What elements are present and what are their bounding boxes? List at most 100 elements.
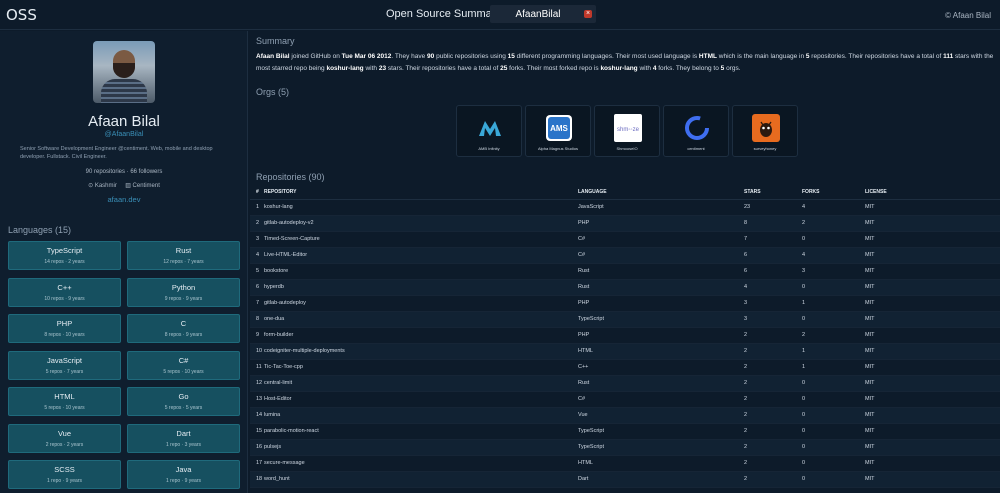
table-row[interactable]: 10 codeigniter-multiple-deployments HTML 2 1… [250, 343, 1000, 360]
table-row[interactable]: 7 gitlab-autodeploy PHP 3 1 MIT [250, 295, 1000, 312]
table-cell[interactable]: pulsejs [264, 439, 578, 456]
table-row[interactable]: 4 Live-HTML-Editor C# 6 4 MIT [250, 247, 1000, 264]
language-card[interactable]: Vue 2 repos · 2 years [8, 423, 121, 453]
language-card[interactable]: C++ 10 repos · 9 years [8, 277, 121, 307]
column-header[interactable]: FORKS [802, 185, 865, 200]
table-cell: C# [578, 391, 744, 408]
summary-highlight: 15 [507, 53, 515, 60]
table-row[interactable]: 14 lumina Vue 2 0 MIT [250, 407, 1000, 424]
table-cell: 2 [744, 455, 802, 472]
org-card[interactable]: shm◦◦ze ShmooseIO [594, 105, 660, 157]
website-link[interactable]: afaan.dev [0, 195, 248, 204]
language-name: JavaScript [46, 355, 82, 365]
table-row[interactable]: 11 Tic-Tac-Toe-cpp C++ 2 1 MIT [250, 359, 1000, 376]
main-content: Summary Afaan Bilal joined GitHub on Tue… [250, 31, 1000, 493]
table-row[interactable]: 12 central-limit Rust 2 0 MIT [250, 375, 1000, 392]
building-icon: ▥ [125, 183, 133, 189]
language-card[interactable]: Python 9 repos · 9 years [127, 277, 240, 307]
table-cell[interactable]: koshur-lang [264, 199, 578, 216]
column-header[interactable]: LANGUAGE [578, 185, 744, 200]
table-row[interactable]: 17 secure-message HTML 2 0 MIT [250, 455, 1000, 472]
table-cell: 1 [802, 295, 865, 312]
profile-sidebar: Afaan Bilal @AfaanBilal Senior Software … [0, 31, 248, 493]
org-name: ShmooseIO [616, 146, 638, 151]
org-card[interactable]: AMB Infinity [456, 105, 522, 157]
language-card[interactable]: SCSS 1 repo · 9 years [8, 460, 121, 489]
column-header[interactable]: LICENSE [865, 185, 1000, 200]
table-cell[interactable]: central-limit [264, 375, 578, 392]
table-cell: 0 [802, 231, 865, 248]
table-cell[interactable]: parabolic-motion-react [264, 423, 578, 440]
summary-highlight: HTML [698, 53, 717, 60]
table-cell[interactable]: Tic-Tac-Toe-cpp [264, 359, 578, 376]
language-card[interactable]: HTML 5 repos · 10 years [8, 387, 121, 416]
table-cell: MIT [865, 359, 1000, 376]
table-cell: 3 [802, 263, 865, 280]
table-cell: 14 [250, 407, 264, 424]
username-input[interactable] [490, 5, 586, 23]
table-cell[interactable]: Host-Editor [264, 391, 578, 408]
brand-logo[interactable]: OSS [6, 6, 37, 24]
table-cell[interactable]: one-dua [264, 311, 578, 328]
language-card[interactable]: C 8 repos · 9 years [127, 314, 240, 343]
table-row[interactable]: 9 form-builder PHP 2 2 MIT [250, 327, 1000, 344]
summary-heading: Summary [256, 36, 295, 46]
org-card[interactable]: centiment [663, 105, 729, 157]
language-name: HTML [54, 392, 75, 401]
column-header[interactable]: # [250, 185, 264, 200]
clear-icon[interactable]: × [584, 10, 592, 18]
language-card[interactable]: PHP 8 repos · 10 years [8, 314, 121, 343]
amb-logo-icon [476, 114, 504, 142]
language-meta: 9 repos · 9 years [164, 295, 203, 302]
table-cell[interactable]: secure-message [264, 455, 578, 472]
summary-fragment: stars. Their repositories have a total o… [386, 65, 501, 72]
table-cell: 2 [744, 359, 802, 376]
table-row[interactable]: 5 bookstore Rust 6 3 MIT [250, 263, 1000, 280]
table-row[interactable]: 16 pulsejs TypeScript 2 0 MIT [250, 439, 1000, 456]
table-cell: 0 [802, 279, 865, 296]
table-cell: 18 [250, 471, 264, 488]
table-cell: 4 [802, 247, 865, 264]
language-card[interactable]: Dart 1 repo · 3 years [127, 423, 240, 453]
table-cell[interactable]: gitlab-autodeploy [264, 295, 578, 312]
repositories-heading: Repositories (90) [256, 172, 325, 182]
table-cell[interactable]: gitlab-autodeploy-v2 [264, 215, 578, 232]
table-cell: Rust [578, 279, 744, 296]
table-cell[interactable]: Timed-Screen-Capture [264, 231, 578, 248]
language-card[interactable]: JavaScript 5 repos · 7 years [8, 350, 121, 380]
table-cell[interactable]: word_hunt [264, 471, 578, 488]
language-card[interactable]: Java 1 repo · 9 years [127, 460, 240, 489]
language-card[interactable]: Go 5 repos · 5 years [127, 387, 240, 416]
ams-logo-icon: AMS [545, 114, 573, 142]
table-cell[interactable]: lumina [264, 407, 578, 424]
org-card[interactable]: surveyhoney [732, 105, 798, 157]
column-header[interactable]: REPOSITORY [264, 185, 578, 200]
table-cell: MIT [865, 407, 1000, 424]
table-cell[interactable]: form-builder [264, 327, 578, 344]
table-cell[interactable]: codeigniter-multiple-deployments [264, 343, 578, 360]
table-row[interactable]: 2 gitlab-autodeploy-v2 PHP 8 2 MIT [250, 215, 1000, 232]
language-card[interactable]: C# 5 repos · 10 years [127, 350, 240, 380]
table-row[interactable]: 6 hyperdb Rust 4 0 MIT [250, 279, 1000, 296]
table-row[interactable]: 13 Host-Editor C# 2 0 MIT [250, 391, 1000, 408]
summary-fragment: with [637, 65, 653, 72]
table-cell: MIT [865, 471, 1000, 488]
language-card[interactable]: Rust 12 repos · 7 years [127, 241, 240, 270]
location: Kashmir [94, 183, 117, 189]
table-row[interactable]: 8 one-dua TypeScript 3 0 MIT [250, 311, 1000, 328]
column-header[interactable]: STARS [744, 185, 802, 200]
table-cell: 1 [250, 199, 264, 216]
language-meta: 5 repos · 7 years [45, 368, 84, 375]
search-box[interactable]: × [490, 5, 596, 23]
summary-fragment: joined GitHub on [289, 53, 342, 60]
table-cell[interactable]: bookstore [264, 263, 578, 280]
table-cell[interactable]: hyperdb [264, 279, 578, 296]
language-card[interactable]: TypeScript 14 repos · 2 years [8, 241, 121, 270]
table-row[interactable]: 18 word_hunt Dart 2 0 MIT [250, 471, 1000, 488]
profile-handle[interactable]: @AfaanBilal [0, 131, 248, 138]
table-row[interactable]: 1 koshur-lang JavaScript 23 4 MIT [250, 199, 1000, 216]
table-row[interactable]: 15 parabolic-motion-react TypeScript 2 0 MIT [250, 423, 1000, 440]
table-cell[interactable]: Live-HTML-Editor [264, 247, 578, 264]
table-row[interactable]: 3 Timed-Screen-Capture C# 7 0 MIT [250, 231, 1000, 248]
org-card[interactable]: AMS Alpha Magnus Studios [525, 105, 591, 157]
